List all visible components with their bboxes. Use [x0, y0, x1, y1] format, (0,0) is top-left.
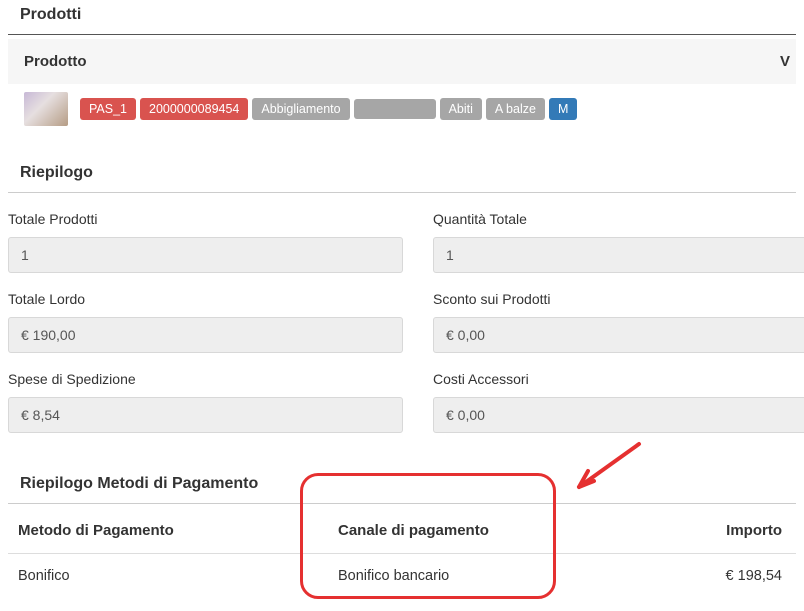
label-sconto-prodotti: Sconto sui Prodotti: [433, 291, 804, 307]
field-totale-prodotti: Totale Prodotti: [8, 211, 403, 273]
cell-importo: € 198,54: [618, 568, 786, 584]
column-header-prodotto: Prodotto: [8, 39, 764, 84]
cell-metodo: Bonifico: [18, 568, 338, 584]
tag-size: M: [549, 98, 577, 120]
field-costi-accessori: Costi Accessori: [433, 371, 804, 433]
tag-barcode: 2000000089454: [140, 98, 248, 120]
col-header-metodo: Metodo di Pagamento: [18, 522, 338, 539]
product-tags: PAS_1 2000000089454 Abbigliamento Abiti …: [80, 98, 577, 120]
product-thumbnail[interactable]: [24, 92, 68, 126]
label-costi-accessori: Costi Accessori: [433, 371, 804, 387]
payment-row: Bonifico Bonifico bancario € 198,54: [8, 554, 796, 598]
payment-header-row: Metodo di Pagamento Canale di pagamento …: [8, 508, 796, 554]
product-row: PAS_1 2000000089454 Abbigliamento Abiti …: [8, 84, 796, 138]
field-quantita-totale: Quantità Totale: [433, 211, 804, 273]
tag-sku: PAS_1: [80, 98, 136, 120]
input-costi-accessori[interactable]: [433, 397, 804, 433]
label-totale-prodotti: Totale Prodotti: [8, 211, 403, 227]
section-title-riepilogo: Riepilogo: [8, 158, 796, 193]
field-totale-lordo: Totale Lordo: [8, 291, 403, 353]
input-spese-spedizione[interactable]: [8, 397, 403, 433]
cell-canale: Bonifico bancario: [338, 568, 618, 584]
label-quantita-totale: Quantità Totale: [433, 211, 804, 227]
input-totale-lordo[interactable]: [8, 317, 403, 353]
tag-style: A balze: [486, 98, 545, 120]
col-header-importo: Importo: [618, 522, 786, 539]
field-sconto-prodotti: Sconto sui Prodotti: [433, 291, 804, 353]
tag-type: Abiti: [440, 98, 482, 120]
tag-category: Abbigliamento: [252, 98, 349, 120]
input-sconto-prodotti[interactable]: [433, 317, 804, 353]
section-title-metodi-pagamento: Riepilogo Metodi di Pagamento: [8, 469, 796, 504]
input-totale-prodotti[interactable]: [8, 237, 403, 273]
col-header-canale: Canale di pagamento: [338, 522, 618, 539]
field-spese-spedizione: Spese di Spedizione: [8, 371, 403, 433]
section-title-prodotti: Prodotti: [8, 0, 796, 35]
tag-brand: [354, 99, 436, 119]
label-totale-lordo: Totale Lordo: [8, 291, 403, 307]
column-header-vendor-cut: V: [764, 39, 796, 84]
label-spese-spedizione: Spese di Spedizione: [8, 371, 403, 387]
input-quantita-totale[interactable]: [433, 237, 804, 273]
